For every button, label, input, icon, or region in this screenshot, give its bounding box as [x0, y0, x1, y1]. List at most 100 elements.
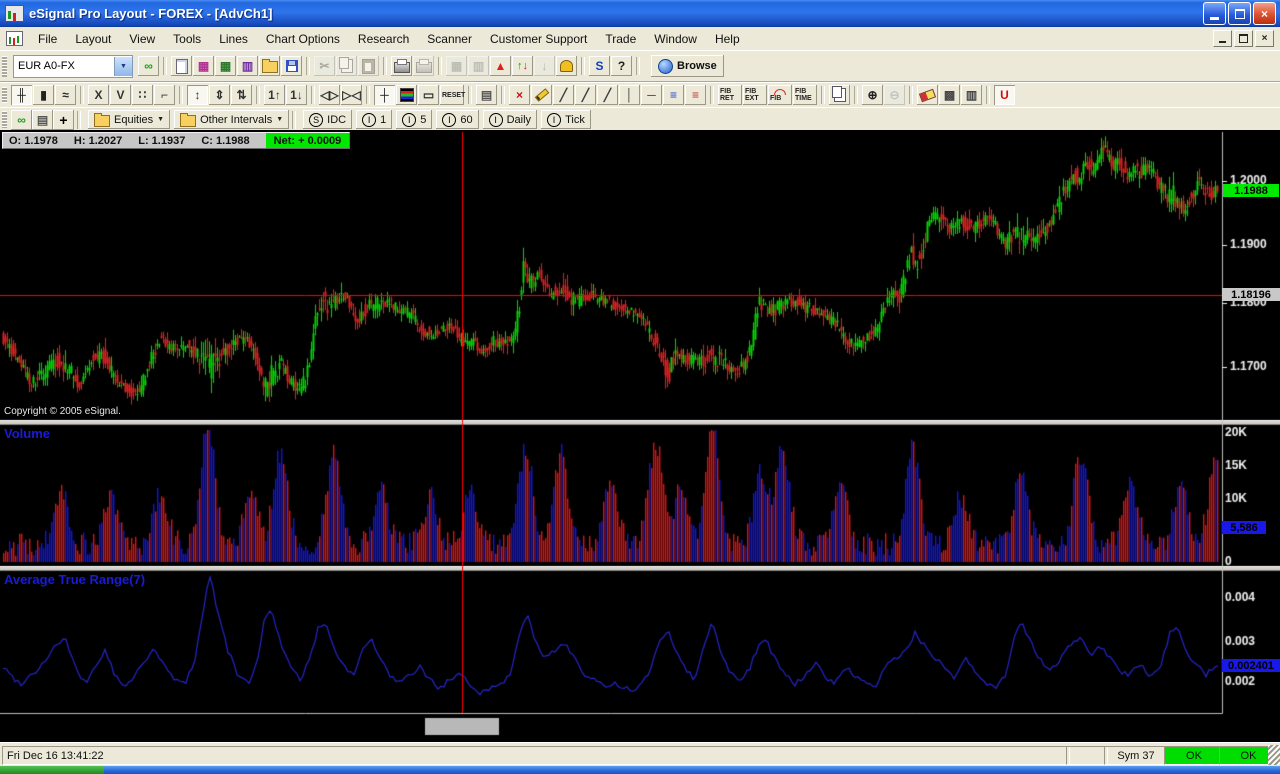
- cut-icon[interactable]: ✂: [314, 56, 335, 76]
- option-chain-icon[interactable]: ▥: [468, 56, 489, 76]
- menu-customer-support[interactable]: Customer Support: [481, 29, 596, 49]
- restore-button[interactable]: [1228, 2, 1251, 25]
- horizontal-line-icon[interactable]: ─: [641, 85, 662, 105]
- menu-view[interactable]: View: [120, 29, 164, 49]
- interval-1-button[interactable]: I 1: [356, 110, 392, 129]
- measure-tool-icon[interactable]: ▭: [418, 85, 439, 105]
- trend-extended-icon[interactable]: ╱: [597, 85, 618, 105]
- toolbar-grip[interactable]: [2, 56, 7, 77]
- symbol-dropdown-button[interactable]: ▼: [114, 57, 132, 76]
- mdi-minimize-button[interactable]: [1213, 30, 1232, 47]
- portfolio-window-icon[interactable]: ▥: [237, 56, 258, 76]
- page-forward-icon[interactable]: ▷◁: [341, 85, 362, 105]
- fib-circle-icon[interactable]: FIB: [768, 85, 792, 105]
- minimize-button[interactable]: [1203, 2, 1226, 25]
- interval-up-icon[interactable]: 1↑: [264, 85, 285, 105]
- properties-icon[interactable]: ▤: [32, 110, 53, 130]
- save-layout-icon[interactable]: [281, 56, 302, 76]
- browse-button[interactable]: Browse: [651, 55, 724, 77]
- menu-trade[interactable]: Trade: [596, 29, 645, 49]
- zoom-in-icon[interactable]: ⊕: [862, 85, 883, 105]
- symbol-combo[interactable]: EUR A0-FX ▼: [13, 55, 133, 78]
- trend-ray-icon[interactable]: ╱: [575, 85, 596, 105]
- delete-drawing-icon[interactable]: ×: [509, 85, 530, 105]
- context-help-icon[interactable]: ?: [611, 56, 632, 76]
- tile-mosaic-icon[interactable]: ▩: [939, 85, 960, 105]
- compress-bars-icon[interactable]: ↕: [187, 85, 208, 105]
- crosshair-tool-icon[interactable]: ┼: [374, 85, 395, 105]
- fan-lines-icon[interactable]: ≡: [685, 85, 706, 105]
- up-down-arrows-icon[interactable]: [512, 56, 533, 76]
- page-back-icon[interactable]: ◁▷: [319, 85, 340, 105]
- start-button-edge[interactable]: [0, 766, 104, 774]
- step-style-icon[interactable]: ⌐: [154, 85, 175, 105]
- fit-bars-icon[interactable]: ⇅: [231, 85, 252, 105]
- expand-bars-icon[interactable]: ⇕: [209, 85, 230, 105]
- menu-chart-options[interactable]: Chart Options: [257, 29, 349, 49]
- reset-icon[interactable]: RESET: [440, 85, 464, 105]
- download-data-icon[interactable]: ↓: [534, 56, 555, 76]
- fib-retracement-icon[interactable]: FIB RET: [718, 85, 742, 105]
- regression-lines-icon[interactable]: ≡: [663, 85, 684, 105]
- mdi-restore-button[interactable]: [1234, 30, 1253, 47]
- menu-research[interactable]: Research: [349, 29, 418, 49]
- toolbar-grip[interactable]: [2, 111, 7, 127]
- pencil-tool-icon[interactable]: [531, 85, 552, 105]
- mdi-close-button[interactable]: ×: [1255, 30, 1274, 47]
- point-figure-style-icon[interactable]: X: [88, 85, 109, 105]
- link-icon[interactable]: ∞: [11, 110, 32, 130]
- paste-icon[interactable]: [358, 56, 379, 76]
- menu-file[interactable]: File: [29, 29, 66, 49]
- histogram-style-icon[interactable]: V: [110, 85, 131, 105]
- interval-5-button[interactable]: I 5: [396, 110, 432, 129]
- chart-canvas[interactable]: [0, 130, 1280, 742]
- underline-icon[interactable]: U: [994, 85, 1015, 105]
- bar-style-icon[interactable]: ╫: [11, 85, 32, 105]
- interval-down-icon[interactable]: 1↓: [286, 85, 307, 105]
- service-idc-button[interactable]: S IDC: [303, 110, 352, 129]
- tile-windows-icon[interactable]: ▥: [961, 85, 982, 105]
- other-intervals-folder-button[interactable]: Other Intervals ▼: [174, 110, 289, 129]
- vertical-line-icon[interactable]: │: [619, 85, 640, 105]
- menu-tools[interactable]: Tools: [164, 29, 210, 49]
- toolbar-separator: [306, 57, 310, 75]
- bar-colors-icon[interactable]: [396, 85, 417, 105]
- menu-help[interactable]: Help: [706, 29, 749, 49]
- menu-scanner[interactable]: Scanner: [418, 29, 481, 49]
- print-preview-icon[interactable]: [413, 56, 434, 76]
- line-style-icon[interactable]: ≈: [55, 85, 76, 105]
- new-layout-icon[interactable]: [171, 56, 192, 76]
- chart-properties-icon[interactable]: ▤: [476, 85, 497, 105]
- menu-layout[interactable]: Layout: [66, 29, 120, 49]
- interval-5-label: 5: [420, 114, 426, 126]
- quote-window-icon[interactable]: ▦: [215, 56, 236, 76]
- copy-shapes-icon[interactable]: [829, 85, 850, 105]
- resize-grip[interactable]: [1268, 745, 1280, 765]
- close-button[interactable]: ×: [1253, 2, 1276, 25]
- print-icon[interactable]: [391, 56, 412, 76]
- interval-60-button[interactable]: I 60: [436, 110, 478, 129]
- open-layout-icon[interactable]: [259, 56, 280, 76]
- interval-daily-button[interactable]: I Daily: [483, 110, 537, 129]
- interval-tick-button[interactable]: I Tick: [541, 110, 591, 129]
- link-icon[interactable]: ∞: [138, 56, 159, 76]
- add-symbol-button[interactable]: +: [53, 110, 74, 130]
- fib-extension-icon[interactable]: FIB EXT: [743, 85, 767, 105]
- menu-window[interactable]: Window: [645, 29, 706, 49]
- dot-style-icon[interactable]: ∷: [132, 85, 153, 105]
- zoom-out-icon[interactable]: ⊖: [884, 85, 905, 105]
- symbol-input[interactable]: EUR A0-FX: [14, 60, 114, 72]
- menu-lines[interactable]: Lines: [210, 29, 257, 49]
- eraser-icon[interactable]: [917, 85, 938, 105]
- equities-folder-button[interactable]: Equities ▼: [88, 110, 170, 129]
- alert-bell-icon[interactable]: [556, 56, 577, 76]
- hot-lists-icon[interactable]: ▲: [490, 56, 511, 76]
- time-sales-icon[interactable]: ▦: [446, 56, 467, 76]
- chart-window-icon[interactable]: ▦: [193, 56, 214, 76]
- trend-segment-icon[interactable]: ╱: [553, 85, 574, 105]
- fib-time-icon[interactable]: FIB TIME: [793, 85, 817, 105]
- copy-icon[interactable]: [336, 56, 357, 76]
- toolbar-grip[interactable]: [2, 87, 7, 104]
- symbol-search-icon[interactable]: S: [589, 56, 610, 76]
- candlestick-style-icon[interactable]: ▮: [33, 85, 54, 105]
